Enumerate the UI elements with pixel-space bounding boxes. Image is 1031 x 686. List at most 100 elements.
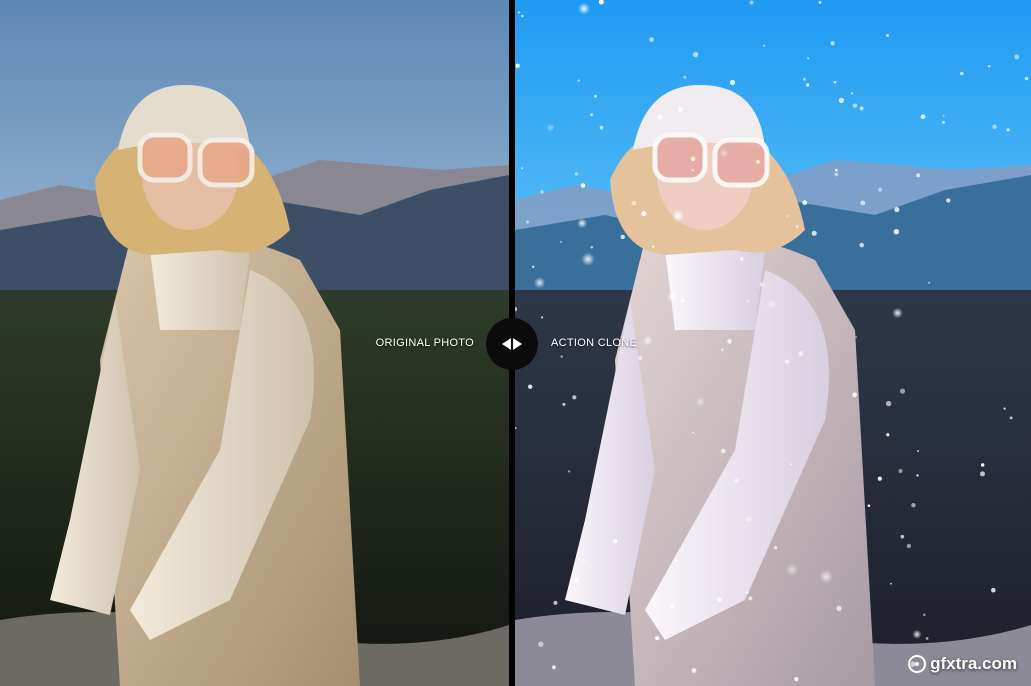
snowflake <box>892 307 903 319</box>
snowflake <box>553 600 558 605</box>
snowflake <box>980 471 985 477</box>
snowflake <box>580 183 586 188</box>
snowflake <box>899 388 906 394</box>
snowflake <box>886 433 890 437</box>
snowflake <box>528 384 533 389</box>
snowflake <box>946 198 951 203</box>
snowflake <box>729 79 736 86</box>
snowflake <box>717 597 722 603</box>
snowflake <box>920 114 926 120</box>
snowflake <box>690 156 696 162</box>
snowflake <box>877 476 882 481</box>
snowflake <box>802 200 808 206</box>
snowflake <box>859 242 864 248</box>
snowflake <box>819 569 833 584</box>
snowflake <box>806 83 810 87</box>
snowflake <box>666 291 679 303</box>
snowflake <box>900 534 905 539</box>
snowflake <box>691 168 695 172</box>
snowflake <box>755 159 760 164</box>
snowflake <box>860 200 866 206</box>
left-right-arrows-icon <box>502 338 522 350</box>
snowflake <box>850 92 854 95</box>
snowflake <box>590 245 593 249</box>
snowflake <box>520 167 523 170</box>
snowflake <box>898 469 903 473</box>
snowflake <box>785 359 790 364</box>
snowflake <box>745 590 749 595</box>
snowflake <box>720 448 726 454</box>
snowflake <box>562 402 566 406</box>
snowflake <box>560 240 563 243</box>
snowflake <box>599 125 604 130</box>
snowflake <box>852 103 858 108</box>
snowflake <box>959 71 964 76</box>
snowflake <box>538 641 544 647</box>
snowflake <box>894 206 900 213</box>
snowflake <box>763 44 766 47</box>
snowflake <box>532 265 535 268</box>
snowflake <box>916 173 921 178</box>
snowflake <box>811 230 817 236</box>
snowflake <box>655 636 660 641</box>
snowflake <box>692 51 699 58</box>
snowflake <box>641 211 647 217</box>
snowflake <box>749 0 754 5</box>
snowflake <box>746 300 749 303</box>
snowflake <box>941 120 945 124</box>
snowflake <box>594 94 597 98</box>
snowflake <box>680 298 685 303</box>
snowflake <box>992 124 997 129</box>
snowflake <box>758 281 765 288</box>
snowflake <box>916 474 919 477</box>
snowflake <box>833 80 837 84</box>
snowflake <box>818 1 822 4</box>
snowflake <box>574 577 579 583</box>
snowflake <box>521 14 524 18</box>
snowflake <box>786 215 789 217</box>
snowflake <box>517 11 521 14</box>
snowflake <box>796 225 799 228</box>
snowflake <box>613 538 618 544</box>
snowflake <box>540 190 544 194</box>
comparison-slider-handle[interactable] <box>486 318 538 370</box>
snowflake <box>803 77 806 81</box>
snowflake <box>631 200 637 206</box>
snowflake <box>852 392 857 398</box>
snowflake <box>1003 407 1006 410</box>
snowflake <box>533 277 546 289</box>
snowflake <box>917 450 920 452</box>
snowflake <box>838 97 844 103</box>
snowflake <box>581 558 586 563</box>
snowflake <box>525 220 529 224</box>
arrow-right-icon <box>513 338 522 350</box>
snowflake <box>1024 76 1029 81</box>
snowflake <box>1006 128 1010 132</box>
snowflake <box>727 339 732 344</box>
snowflake <box>890 582 892 585</box>
snowflake <box>906 543 912 549</box>
snowflake <box>683 75 687 79</box>
snowflake <box>1014 54 1020 60</box>
watermark-text: gfxtra.com <box>930 654 1017 673</box>
snowflake <box>578 2 590 15</box>
snowflake <box>785 563 799 577</box>
original-photo-label: ORIGINAL PHOTO <box>375 337 474 349</box>
snowflake <box>1009 416 1013 420</box>
snowflake <box>745 516 753 523</box>
snowflake <box>794 677 799 682</box>
snowflake <box>928 281 931 284</box>
snowflake <box>652 245 655 248</box>
snowflake <box>991 587 996 593</box>
snowflake <box>649 37 654 42</box>
snowflake <box>798 351 804 356</box>
snowflake <box>911 503 916 508</box>
watermark: gfxtra.com <box>908 654 1017 674</box>
snowflake <box>574 172 579 176</box>
snowflake <box>560 355 563 358</box>
snowflake <box>834 172 838 177</box>
snowflake <box>691 668 697 673</box>
snowflake <box>552 665 556 670</box>
snowflake <box>546 123 555 132</box>
snowflake <box>912 629 922 640</box>
